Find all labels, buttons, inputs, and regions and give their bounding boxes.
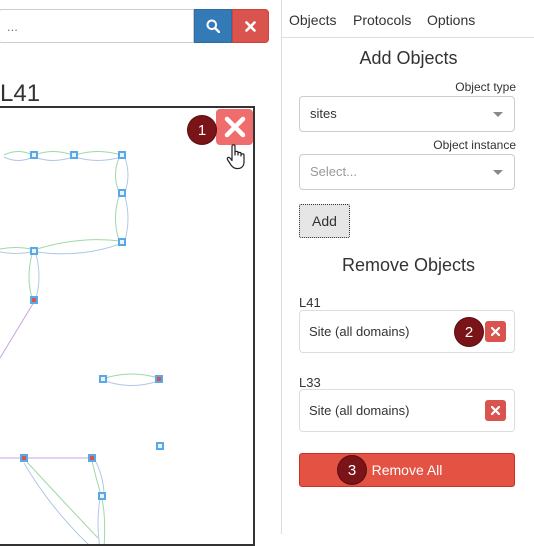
topology-graph[interactable]	[0, 108, 255, 546]
router-node[interactable]	[30, 296, 38, 304]
clear-search-button[interactable]	[232, 9, 269, 43]
add-button[interactable]: Add	[299, 204, 350, 238]
object-value: Site (all domains)	[309, 324, 410, 339]
object-panel: Objects Protocols Options Add Objects Ob…	[281, 0, 534, 534]
site-node[interactable]	[30, 151, 38, 159]
object-instance-placeholder: Select...	[310, 164, 357, 179]
site-node[interactable]	[118, 238, 126, 246]
close-icon	[224, 116, 245, 138]
site-node[interactable]	[98, 492, 106, 500]
chevron-down-icon	[493, 112, 503, 117]
tab-protocols[interactable]: Protocols	[353, 12, 411, 28]
panel-tabs: Objects Protocols Options	[282, 0, 534, 38]
object-card-l33: Site (all domains)	[299, 389, 515, 432]
router-node[interactable]	[155, 375, 163, 383]
topology-map[interactable]	[0, 106, 255, 546]
router-node[interactable]	[88, 454, 96, 462]
search-input[interactable]	[0, 9, 194, 43]
object-type-value: sites	[310, 106, 337, 121]
search-button[interactable]	[194, 9, 232, 43]
object-instance-select[interactable]: Select...	[299, 154, 515, 190]
object-label-l41: L41	[299, 295, 321, 310]
remove-objects-title: Remove Objects	[341, 255, 476, 275]
object-type-select[interactable]: sites	[299, 96, 515, 132]
add-objects-title: Add Objects	[359, 48, 458, 68]
site-node[interactable]	[70, 151, 78, 159]
callout-badge: 3	[338, 456, 366, 484]
site-node[interactable]	[30, 247, 38, 255]
remove-all-button[interactable]: Remove All	[299, 453, 515, 487]
close-icon	[245, 20, 256, 32]
site-node[interactable]	[118, 151, 126, 159]
chevron-down-icon	[493, 170, 503, 175]
close-map-button[interactable]	[216, 109, 253, 145]
object-value: Site (all domains)	[309, 403, 410, 418]
object-type-label: Object type	[455, 80, 516, 94]
object-instance-label: Object instance	[433, 138, 516, 152]
remove-object-button[interactable]	[485, 400, 506, 421]
close-icon	[491, 406, 500, 415]
tab-objects[interactable]: Objects	[289, 12, 336, 28]
close-icon	[491, 327, 500, 336]
site-node[interactable]	[118, 189, 126, 197]
search-icon	[206, 19, 220, 33]
remove-all-label: Remove All	[371, 462, 443, 478]
site-node[interactable]	[156, 442, 164, 450]
map-title: L41	[0, 80, 41, 107]
object-label-l33: L33	[299, 375, 321, 390]
remove-object-button[interactable]	[485, 321, 506, 342]
router-node[interactable]	[20, 454, 28, 462]
site-node[interactable]	[99, 375, 107, 383]
callout-badge: 2	[455, 318, 483, 346]
hand-pointer-icon	[226, 144, 245, 170]
tab-options[interactable]: Options	[427, 12, 475, 28]
callout-badge: 1	[188, 116, 216, 144]
